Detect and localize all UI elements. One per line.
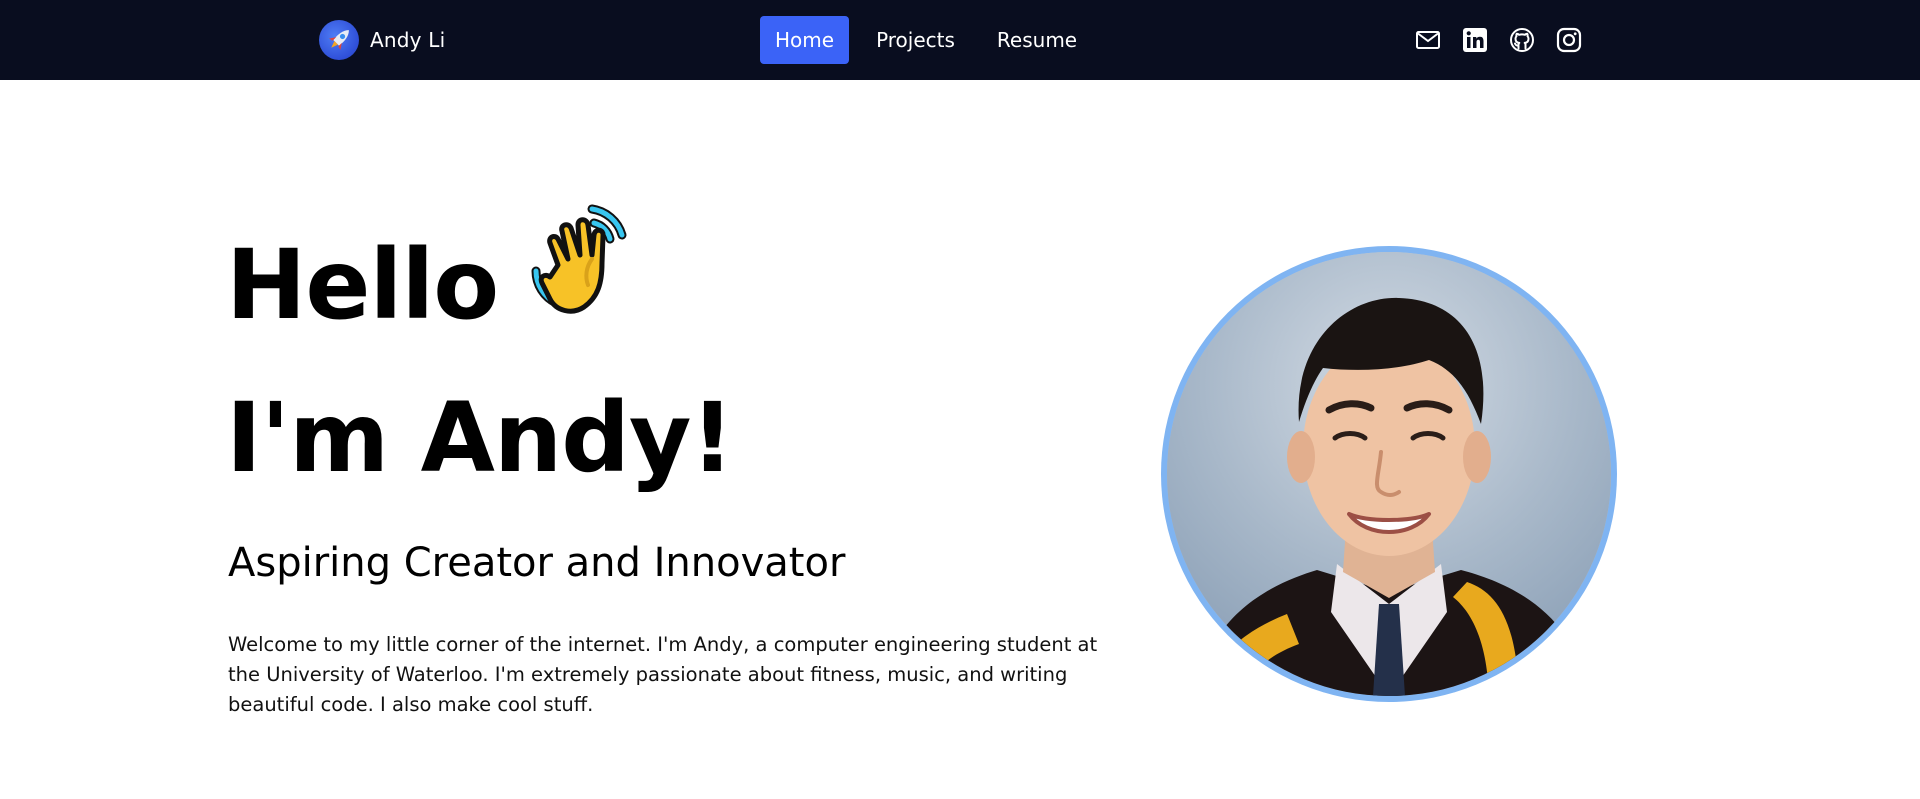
nav-home[interactable]: Home [760, 16, 850, 64]
waving-hand-icon [528, 201, 640, 363]
mail-icon[interactable] [1414, 26, 1442, 54]
nav-projects[interactable]: Projects [861, 16, 970, 64]
hero-greeting: Hello [226, 229, 499, 341]
nav-resume[interactable]: Resume [982, 16, 1092, 64]
portrait-frame [1161, 246, 1617, 702]
instagram-icon[interactable] [1555, 26, 1583, 54]
hero-subtitle: Aspiring Creator and Innovator [228, 540, 846, 586]
rocket-icon [319, 20, 359, 60]
navbar: Andy Li Home Projects Resume [0, 0, 1920, 80]
hero-name: I'm Andy! [226, 381, 734, 494]
brand-name: Andy Li [370, 28, 446, 52]
portrait-photo [1167, 252, 1611, 696]
nav-links: Home Projects Resume [760, 16, 1104, 64]
hero-title: Hello I'm Andy! [226, 204, 734, 513]
hero-greeting-line: Hello [226, 204, 733, 363]
github-icon[interactable] [1508, 26, 1536, 54]
hero-intro: Welcome to my little corner of the inter… [228, 633, 1098, 716]
linkedin-icon[interactable] [1461, 26, 1489, 54]
social-links [1414, 26, 1602, 54]
brand-link[interactable]: Andy Li [319, 20, 445, 60]
